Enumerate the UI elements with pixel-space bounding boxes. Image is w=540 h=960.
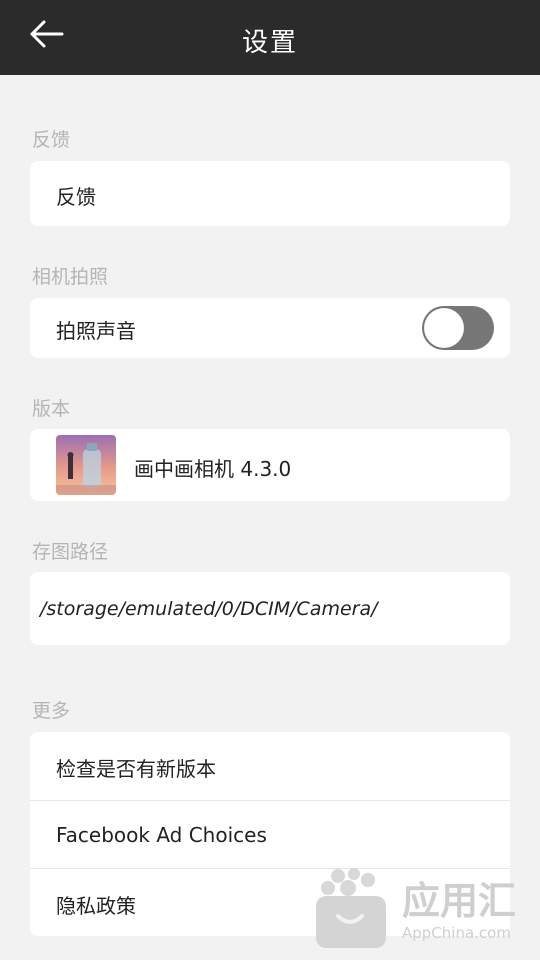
- toggle-knob: [424, 308, 464, 348]
- shutter-sound-toggle[interactable]: [422, 306, 494, 350]
- page-title: 设置: [241, 28, 298, 58]
- app-version-label: 画中画相机 4.3.0: [134, 457, 292, 481]
- section-label-version: 版本: [32, 398, 71, 420]
- storage-path-row[interactable]: /storage/emulated/0/DCIM/Camera/: [30, 572, 510, 645]
- section-label-more: 更多: [32, 700, 71, 722]
- top-bar: 设置: [0, 0, 540, 75]
- watermark-domain: AppChina.com: [402, 924, 511, 942]
- check-update-label: 检查是否有新版本: [56, 757, 216, 781]
- check-update-row[interactable]: 检查是否有新版本: [30, 732, 510, 800]
- facebook-ad-choices-row[interactable]: Facebook Ad Choices: [30, 801, 510, 869]
- shutter-sound-label: 拍照声音: [56, 319, 136, 343]
- watermark-title: 应用汇: [402, 879, 517, 923]
- feedback-row[interactable]: 反馈: [30, 161, 510, 226]
- version-row: 画中画相机 4.3.0: [30, 429, 510, 501]
- app-icon: [56, 435, 116, 495]
- feedback-label: 反馈: [56, 185, 96, 209]
- appchina-watermark: 应用汇 AppChina.com: [310, 862, 540, 952]
- appchina-logo-icon: [316, 868, 386, 948]
- section-label-storage: 存图路径: [32, 541, 109, 563]
- facebook-ad-choices-label: Facebook Ad Choices: [56, 823, 267, 847]
- section-label-feedback: 反馈: [32, 129, 71, 151]
- shutter-sound-row: 拍照声音: [30, 298, 510, 358]
- privacy-policy-label: 隐私政策: [56, 894, 136, 918]
- storage-path-value: /storage/emulated/0/DCIM/Camera/: [40, 598, 378, 620]
- section-label-camera: 相机拍照: [32, 266, 109, 288]
